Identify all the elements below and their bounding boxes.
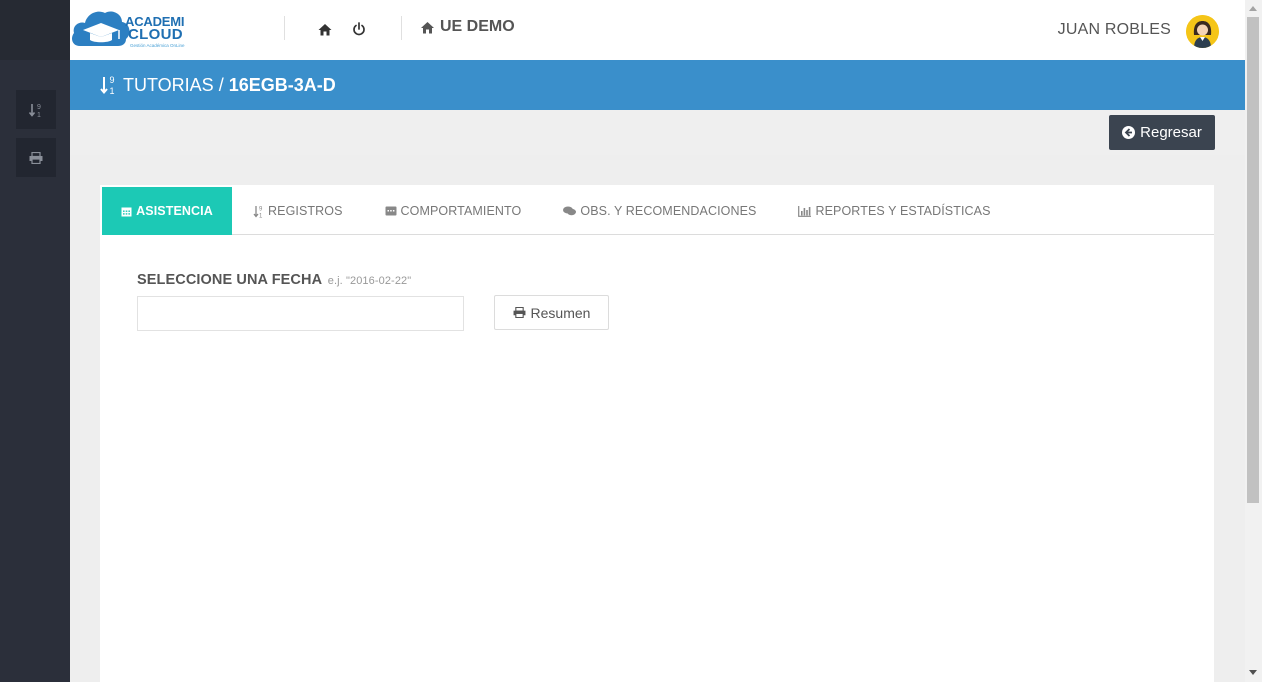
date-label-text: SELECCIONE UNA FECHA <box>137 272 322 288</box>
home-button[interactable] <box>315 19 335 39</box>
scrollbar-thumb[interactable] <box>1247 17 1259 503</box>
summary-button-label: Resumen <box>530 304 591 321</box>
sidebar-item-registros[interactable]: 9 1 <box>16 90 56 129</box>
avatar-icon <box>1186 15 1219 48</box>
school-name: UE DEMO <box>440 18 515 35</box>
scroll-down-arrow-icon[interactable] <box>1249 670 1257 675</box>
main-content: ASISTENCIA 9 1 REGISTROS COMPORTAMIENTO <box>70 155 1245 682</box>
tutoring-panel: ASISTENCIA 9 1 REGISTROS COMPORTAMIENTO <box>100 185 1214 682</box>
page-scrollbar[interactable] <box>1245 0 1262 682</box>
back-button-label: Regresar <box>1140 124 1202 141</box>
date-format-hint: e.j. "2016-02-22" <box>327 275 412 287</box>
back-button[interactable]: Regresar <box>1109 115 1215 150</box>
tab-bar: ASISTENCIA 9 1 REGISTROS COMPORTAMIENTO <box>102 187 1214 235</box>
svg-text:1: 1 <box>37 112 41 118</box>
tab-observaciones[interactable]: OBS. Y RECOMENDACIONES <box>563 187 756 235</box>
page-title-bar: 9 1 TUTORIAS / 16EGB-3A-D <box>70 60 1245 110</box>
breadcrumb-course: 16EGB-3A-D <box>228 74 336 95</box>
print-icon <box>513 307 525 318</box>
left-sidebar: 9 1 <box>0 0 70 682</box>
bar-chart-icon <box>798 205 812 217</box>
breadcrumb-section: TUTORIAS <box>123 74 214 95</box>
home-icon <box>421 21 434 33</box>
tab-registros[interactable]: 9 1 REGISTROS <box>253 187 343 235</box>
user-avatar[interactable] <box>1186 15 1219 48</box>
sidebar-item-print[interactable] <box>16 138 56 177</box>
school-selector[interactable]: UE DEMO <box>420 18 515 36</box>
sort-numeric-icon: 9 1 <box>28 103 41 118</box>
top-header: ACADEMI CLOUD Gestión Académica OnLine U… <box>70 0 1245 60</box>
home-icon <box>318 23 332 35</box>
logo-line2: CLOUD <box>128 26 183 43</box>
power-icon <box>353 22 365 36</box>
svg-text:1: 1 <box>259 213 263 218</box>
tab-label: REGISTROS <box>268 204 343 218</box>
svg-text:9: 9 <box>37 104 41 111</box>
svg-text:1: 1 <box>110 86 115 95</box>
breadcrumb-separator: / <box>213 74 229 95</box>
tab-label: ASISTENCIA <box>136 204 213 218</box>
sidebar-header <box>0 0 70 60</box>
tab-reportes[interactable]: REPORTES Y ESTADÍSTICAS <box>798 187 990 235</box>
user-name[interactable]: JUAN ROBLES <box>1058 21 1171 39</box>
logo-tagline: Gestión Académica OnLine <box>130 43 185 48</box>
tab-asistencia[interactable]: ASISTENCIA <box>102 187 232 235</box>
comments-icon <box>563 206 577 216</box>
calendar-icon <box>121 207 132 216</box>
header-divider <box>401 16 402 40</box>
date-field-label: SELECCIONE UNA FECHA e.j. "2016-02-22" <box>137 272 411 288</box>
sort-numeric-icon: 9 1 <box>253 205 263 218</box>
cloud-graduation-logo-icon <box>72 11 130 46</box>
sort-numeric-icon: 9 1 <box>100 75 118 95</box>
scroll-up-arrow-icon[interactable] <box>1249 6 1257 11</box>
tab-label: REPORTES Y ESTADÍSTICAS <box>815 204 991 218</box>
tab-comportamiento[interactable]: COMPORTAMIENTO <box>385 187 522 235</box>
svg-text:9: 9 <box>259 206 263 212</box>
header-divider <box>284 16 285 40</box>
tab-label: OBS. Y RECOMENDACIONES <box>580 204 757 218</box>
summary-button[interactable]: Resumen <box>494 295 609 330</box>
academicloud-logo[interactable]: ACADEMI CLOUD Gestión Académica OnLine <box>70 6 190 54</box>
logout-button[interactable] <box>349 19 369 39</box>
svg-text:9: 9 <box>110 75 115 85</box>
arrow-circle-left-icon <box>1122 126 1136 139</box>
tab-label: COMPORTAMIENTO <box>400 204 522 218</box>
print-icon <box>29 151 43 164</box>
comment-box-icon <box>385 206 397 215</box>
date-input[interactable] <box>137 296 464 331</box>
action-bar: Regresar <box>70 110 1245 155</box>
